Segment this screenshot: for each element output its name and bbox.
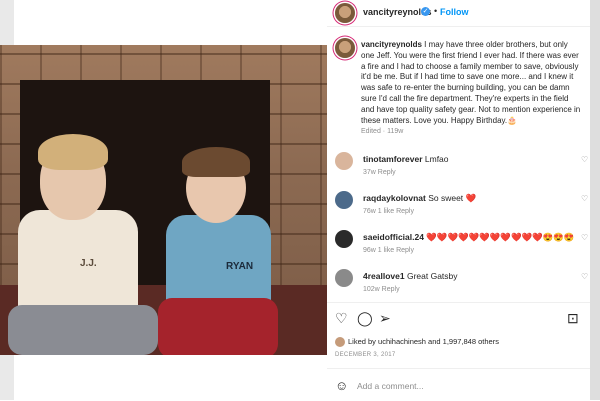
child-right-pants <box>158 298 278 355</box>
comment-body: ❤️❤️❤️❤️❤️❤️❤️❤️❤️❤️❤️😍😍😍 <box>426 232 575 242</box>
comment-icon[interactable]: ◯ <box>357 311 373 325</box>
comment-text: saeidofficial.24 ❤️❤️❤️❤️❤️❤️❤️❤️❤️❤️❤️😍… <box>363 232 575 243</box>
comment-text: raqdaykolovnat So sweet ❤️ <box>363 193 476 204</box>
comment-meta[interactable]: 96w 1 like Reply <box>363 247 414 254</box>
child-right: RYAN <box>158 147 288 355</box>
add-comment-row: ☺ Add a comment... <box>327 368 590 401</box>
share-icon[interactable]: ➢ <box>379 311 391 325</box>
child-left-hair <box>38 134 108 170</box>
shirt-label-left: J.J. <box>80 258 97 269</box>
caption-text: I may have three older brothers, but onl… <box>361 40 581 125</box>
comment-like-heart-icon[interactable]: ♡ <box>581 194 588 203</box>
commenter-avatar[interactable] <box>335 269 353 287</box>
likes-summary[interactable]: Liked by uchihachinesh and 1,997,848 oth… <box>335 337 499 348</box>
post-header: vancityreynolds ✓ • Follow <box>327 0 590 27</box>
comment-like-heart-icon[interactable]: ♡ <box>581 155 588 164</box>
comment-text: tinotamforever Lmfao <box>363 154 449 164</box>
backdrop-right-strip <box>590 0 600 400</box>
comment-like-heart-icon[interactable]: ♡ <box>581 272 588 281</box>
commenter-avatar[interactable] <box>335 191 353 209</box>
caption-username[interactable]: vancityreynolds <box>361 40 422 49</box>
verified-badge-icon: ✓ <box>421 7 430 16</box>
post-side-panel: vancityreynolds ✓ • Follow vancityreynol… <box>327 0 590 400</box>
comment-username[interactable]: saeidofficial.24 <box>363 232 424 242</box>
comment-username[interactable]: tinotamforever <box>363 154 423 164</box>
bookmark-icon[interactable]: ⊡ <box>567 311 579 325</box>
post-action-bar: ♡ ◯ ➢ ⊡ <box>327 302 590 333</box>
comment-body: Great Gatsby <box>406 271 458 281</box>
separator-dot: • <box>434 6 438 16</box>
likes-text: Liked by uchihachinesh and 1,997,848 oth… <box>348 337 499 346</box>
heart-icon[interactable]: ♡ <box>335 311 348 325</box>
child-left-pants <box>8 305 158 355</box>
child-right-hair <box>182 147 250 177</box>
caption: vancityreynolds I may have three older b… <box>361 40 583 126</box>
comment-meta[interactable]: 37w Reply <box>363 169 396 176</box>
emoji-icon[interactable]: ☺ <box>335 378 348 393</box>
child-right-shirt <box>166 215 271 305</box>
comment-meta[interactable]: 76w 1 like Reply <box>363 208 414 215</box>
follow-button[interactable]: Follow <box>440 7 469 17</box>
author-avatar[interactable] <box>335 3 355 23</box>
comment-text: 4reallove1 Great Gatsby <box>363 271 458 281</box>
post-date: DECEMBER 3, 2017 <box>335 352 396 358</box>
comment-body: So sweet ❤️ <box>428 193 477 203</box>
post-photo[interactable]: J.J. RYAN <box>0 45 327 355</box>
child-left: J.J. <box>8 134 158 355</box>
caption-meta: Edited · 119w <box>361 128 404 135</box>
commenter-avatar[interactable] <box>335 230 353 248</box>
caption-avatar[interactable] <box>335 38 355 58</box>
add-comment-input[interactable]: Add a comment... <box>357 381 424 391</box>
comment-username[interactable]: 4reallove1 <box>363 271 405 281</box>
comment-username[interactable]: raqdaykolovnat <box>363 193 426 203</box>
comment-body: Lmfao <box>424 154 449 164</box>
child-left-shirt <box>18 210 138 320</box>
commenter-avatar[interactable] <box>335 152 353 170</box>
liker-avatar <box>335 337 345 348</box>
comment-like-heart-icon[interactable]: ♡ <box>581 233 588 242</box>
comment-meta[interactable]: 102w Reply <box>363 286 400 293</box>
shirt-label-right: RYAN <box>226 261 254 272</box>
